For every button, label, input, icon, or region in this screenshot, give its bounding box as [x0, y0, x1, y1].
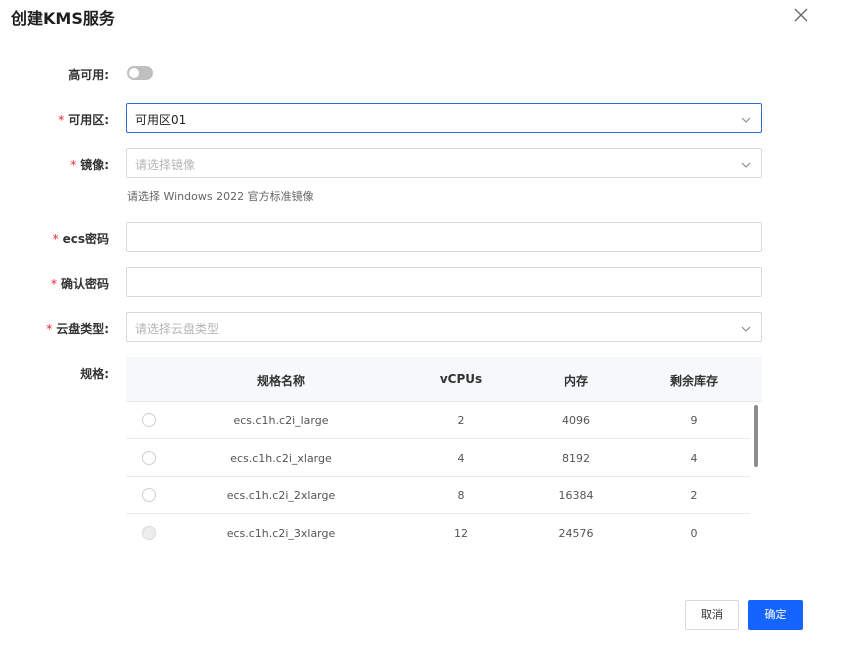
- ecs-password-label: * ecs密码: [52, 232, 109, 246]
- ha-label: 高可用:: [68, 68, 109, 82]
- image-select[interactable]: 请选择镜像: [126, 148, 762, 178]
- spec-name: ecs.c1h.c2i_large: [233, 414, 329, 427]
- table-header: 规格名称 vCPUs 内存 剩余库存: [126, 357, 762, 402]
- spec-stock: 2: [690, 489, 698, 502]
- spec-name: ecs.c1h.c2i_2xlarge: [226, 489, 336, 502]
- disk-type-label: * 云盘类型:: [46, 322, 109, 336]
- spec-vcpus: 2: [457, 414, 465, 427]
- cancel-button[interactable]: 取消: [685, 600, 739, 630]
- zone-select[interactable]: 可用区01: [126, 103, 762, 133]
- column-header-vcpus: vCPUs: [439, 372, 483, 386]
- column-header-memory: 内存: [563, 374, 588, 388]
- ha-toggle[interactable]: [127, 66, 153, 80]
- spec-name: ecs.c1h.c2i_3xlarge: [226, 527, 336, 540]
- column-header-stock: 剩余库存: [669, 374, 718, 388]
- spec-memory: 24576: [558, 527, 594, 540]
- table-row: ecs.c1h.c2i_3xlarge 12 24576 0: [126, 515, 750, 544]
- ecs-password-input[interactable]: [126, 222, 762, 252]
- table-row[interactable]: ecs.c1h.c2i_large 2 4096 9: [126, 402, 750, 439]
- spec-table: 规格名称 vCPUs 内存 剩余库存 ecs.c1h.c2i_large 2 4…: [126, 357, 762, 544]
- spec-radio-disabled: [142, 526, 156, 540]
- image-label: * 镜像:: [70, 158, 109, 172]
- dialog-title: 创建KMS服务: [11, 9, 115, 28]
- disk-type-select[interactable]: 请选择云盘类型: [126, 312, 762, 342]
- chevron-down-icon: [741, 159, 751, 169]
- spec-radio[interactable]: [142, 413, 156, 427]
- confirm-password-input[interactable]: [126, 267, 762, 297]
- zone-value: 可用区01: [135, 113, 187, 127]
- spec-radio[interactable]: [142, 451, 156, 465]
- spec-name: ecs.c1h.c2i_xlarge: [230, 452, 332, 465]
- table-row[interactable]: ecs.c1h.c2i_xlarge 4 8192 4: [126, 440, 750, 477]
- required-mark: *: [50, 277, 57, 291]
- required-mark: *: [46, 322, 53, 336]
- chevron-down-icon: [741, 323, 751, 333]
- spec-vcpus: 4: [457, 452, 465, 465]
- close-icon[interactable]: [792, 6, 810, 24]
- zone-label: * 可用区:: [58, 113, 109, 127]
- spec-radio[interactable]: [142, 488, 156, 502]
- column-header-name: 规格名称: [256, 374, 305, 388]
- image-hint: 请选择 Windows 2022 官方标准镜像: [127, 190, 314, 203]
- required-mark: *: [58, 113, 65, 127]
- required-mark: *: [52, 232, 59, 246]
- spec-memory: 4096: [562, 414, 590, 427]
- table-row[interactable]: ecs.c1h.c2i_2xlarge 8 16384 2: [126, 477, 750, 514]
- chevron-down-icon: [741, 114, 751, 124]
- confirm-button[interactable]: 确定: [748, 600, 803, 630]
- spec-stock: 0: [690, 527, 698, 540]
- table-scrollbar[interactable]: [754, 405, 758, 467]
- toggle-knob: [129, 68, 139, 78]
- spec-vcpus: 12: [454, 527, 468, 540]
- spec-memory: 16384: [558, 489, 594, 502]
- spec-stock: 9: [690, 414, 698, 427]
- confirm-password-label: * 确认密码: [50, 277, 109, 291]
- spec-label: 规格:: [80, 367, 109, 381]
- required-mark: *: [70, 158, 77, 172]
- spec-memory: 8192: [562, 452, 590, 465]
- spec-vcpus: 8: [457, 489, 465, 502]
- image-placeholder: 请选择镜像: [135, 158, 196, 172]
- disk-type-placeholder: 请选择云盘类型: [135, 322, 220, 336]
- spec-stock: 4: [690, 452, 698, 465]
